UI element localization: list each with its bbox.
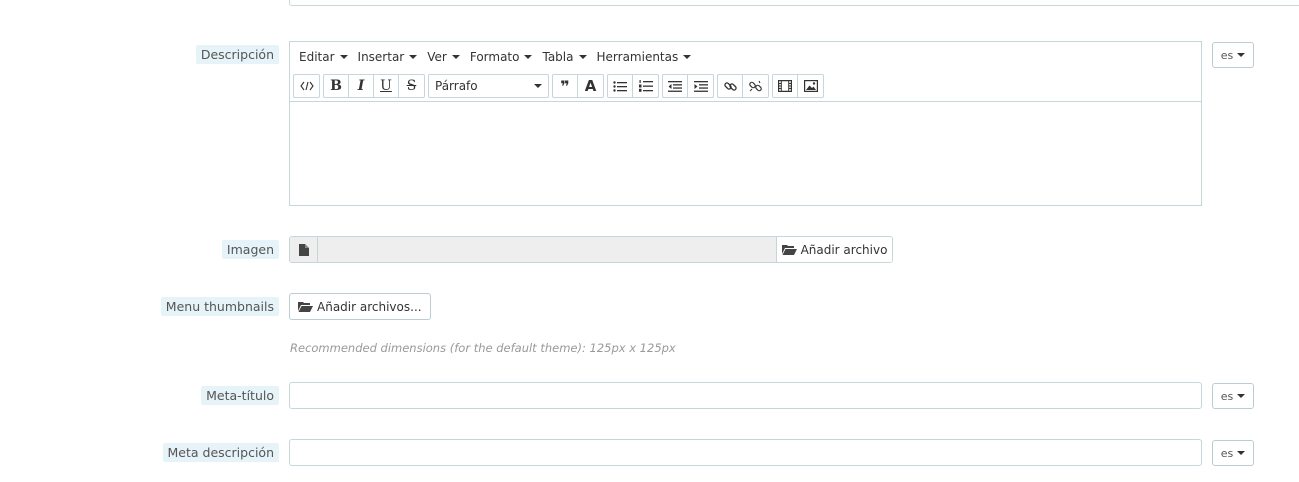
thumbnails-label: Menu thumbnails xyxy=(160,297,279,316)
menu-editar[interactable]: Editar xyxy=(299,50,348,64)
bullet-list-icon[interactable] xyxy=(608,75,633,97)
meta-title-lang-button[interactable]: es xyxy=(1212,383,1254,409)
source-code-icon[interactable] xyxy=(294,75,319,97)
description-label: Descripción xyxy=(195,45,279,64)
strikethrough-icon[interactable]: S xyxy=(399,75,424,97)
media-group xyxy=(772,74,824,98)
unlink-icon[interactable] xyxy=(743,75,768,97)
format-select[interactable]: Párrafo xyxy=(429,75,548,97)
thumbnails-help-text: Recommended dimensions (for the default … xyxy=(290,341,676,355)
source-group xyxy=(293,74,320,98)
add-file-button[interactable]: Añadir archivo xyxy=(776,237,892,262)
menu-herramientas[interactable]: Herramientas xyxy=(597,50,692,64)
blockquote-icon[interactable]: ❞ xyxy=(553,75,578,97)
caret-down-icon xyxy=(524,54,533,59)
image-label: Imagen xyxy=(221,240,279,259)
text-color-icon[interactable]: A xyxy=(578,75,603,97)
caret-down-icon xyxy=(1237,451,1246,455)
caret-down-icon xyxy=(578,54,587,59)
image-file-input: Añadir archivo xyxy=(289,236,893,263)
file-icon xyxy=(290,237,318,262)
editor-toolbar: B I U S Párrafo ❞ A xyxy=(290,71,1201,102)
format-select-group: Párrafo xyxy=(428,74,549,98)
meta-title-input[interactable] xyxy=(289,382,1202,409)
bold-icon[interactable]: B xyxy=(324,75,349,97)
text-style-group: B I U S xyxy=(323,74,425,98)
caret-down-icon xyxy=(339,54,348,59)
outdent-icon[interactable] xyxy=(663,75,688,97)
caret-down-icon xyxy=(451,54,460,59)
description-editor[interactable]: Editar Insertar Ver Formato Tabla Herram… xyxy=(289,41,1202,206)
indent-group xyxy=(662,74,714,98)
caret-down-icon xyxy=(1237,53,1246,57)
meta-title-label: Meta-título xyxy=(201,386,279,405)
menu-tabla[interactable]: Tabla xyxy=(542,50,587,64)
indent-icon[interactable] xyxy=(688,75,713,97)
link-group xyxy=(717,74,769,98)
image-file-name[interactable] xyxy=(318,237,776,262)
menu-ver[interactable]: Ver xyxy=(427,50,460,64)
image-icon[interactable] xyxy=(798,75,823,97)
list-group xyxy=(607,74,659,98)
numbered-list-icon[interactable] xyxy=(633,75,658,97)
menu-formato[interactable]: Formato xyxy=(470,50,533,64)
meta-description-lang-button[interactable]: es xyxy=(1212,440,1254,466)
video-icon[interactable] xyxy=(773,75,798,97)
caret-down-icon xyxy=(409,54,418,59)
caret-down-icon xyxy=(683,54,692,59)
description-lang-button[interactable]: es xyxy=(1212,42,1254,68)
editor-menubar: Editar Insertar Ver Formato Tabla Herram… xyxy=(290,42,1201,71)
previous-field[interactable] xyxy=(289,0,1299,6)
meta-description-input[interactable] xyxy=(289,439,1202,466)
editor-content-area[interactable] xyxy=(290,102,1201,205)
meta-description-label: Meta descripción xyxy=(162,443,279,462)
add-files-button[interactable]: Añadir archivos... xyxy=(289,293,431,320)
link-icon[interactable] xyxy=(718,75,743,97)
caret-down-icon xyxy=(534,84,542,88)
folder-open-icon xyxy=(298,302,313,312)
folder-open-icon xyxy=(781,245,797,255)
caret-down-icon xyxy=(1237,394,1246,398)
block-group: ❞ A xyxy=(552,74,604,98)
italic-icon[interactable]: I xyxy=(349,75,374,97)
menu-insertar[interactable]: Insertar xyxy=(358,50,418,64)
underline-icon[interactable]: U xyxy=(374,75,399,97)
